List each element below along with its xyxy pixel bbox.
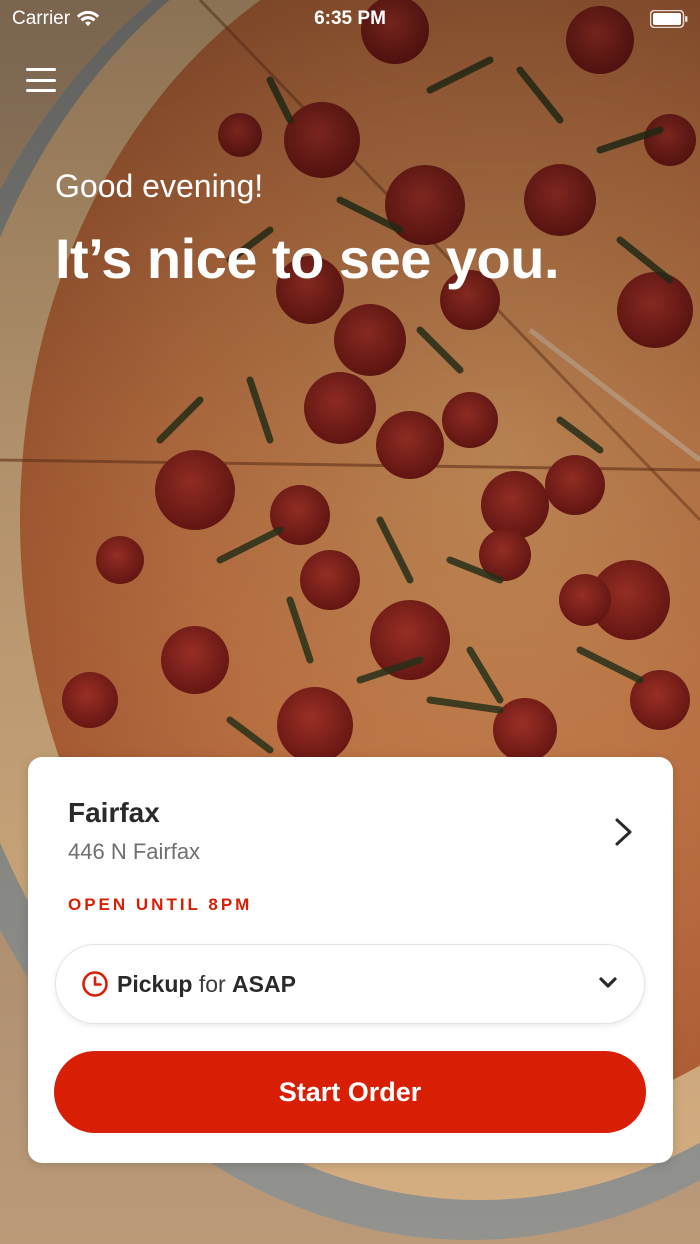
carrier-label: Carrier (12, 8, 71, 29)
hero-headline: It’s nice to see you. (55, 227, 560, 290)
menu-bar-line (26, 78, 56, 82)
carrier-indicator: Carrier (12, 8, 100, 30)
order-mode-select[interactable]: Pickup for ASAP (55, 944, 645, 1024)
store-name[interactable]: Fairfax (68, 797, 160, 829)
order-mode-connector: for (198, 970, 226, 997)
start-order-button[interactable]: Start Order (54, 1051, 646, 1133)
status-time: 6:35 PM (314, 8, 386, 29)
store-card: Fairfax 446 N Fairfax OPEN UNTIL 8PM Pic… (28, 757, 673, 1163)
home-screen: Carrier 6:35 PM Good evening! It’s nice … (0, 0, 700, 1244)
clock-icon (82, 971, 108, 997)
order-mode-value: Pickup (117, 970, 193, 997)
chevron-down-icon (599, 977, 617, 988)
store-address[interactable]: 446 N Fairfax (68, 839, 200, 865)
chevron-right-icon[interactable] (611, 817, 635, 847)
wifi-icon (76, 10, 100, 26)
order-time-value: ASAP (232, 970, 296, 997)
order-mode-text: Pickup for ASAP (117, 971, 296, 998)
status-bar: Carrier 6:35 PM (0, 0, 700, 40)
battery-icon (650, 10, 688, 28)
greeting-text: Good evening! (55, 168, 264, 204)
open-status-label: OPEN UNTIL 8PM (68, 895, 253, 914)
menu-bar-line (26, 68, 56, 71)
menu-bar-line (26, 89, 56, 92)
hamburger-menu-icon[interactable] (26, 66, 56, 94)
